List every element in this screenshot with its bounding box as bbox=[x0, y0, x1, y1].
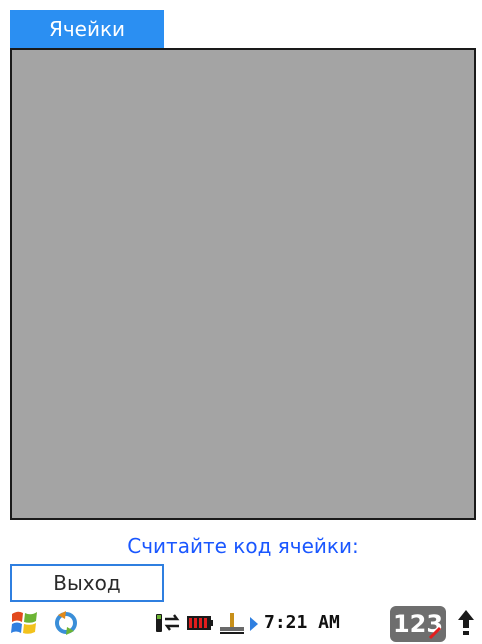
taskbar: 7:21 AM 123 bbox=[0, 602, 482, 644]
up-arrow-icon[interactable] bbox=[456, 608, 476, 638]
input-panel-icon[interactable]: 123 bbox=[390, 606, 446, 642]
scan-prompt: Считайте код ячейки: bbox=[127, 534, 359, 558]
sync-icon[interactable] bbox=[52, 609, 80, 637]
network-icon bbox=[218, 610, 246, 638]
battery-icon bbox=[186, 613, 214, 633]
start-icon[interactable] bbox=[10, 608, 40, 638]
exit-button[interactable]: Выход bbox=[10, 564, 164, 602]
arrow-icon bbox=[250, 616, 258, 631]
clock[interactable]: 7:21 AM bbox=[264, 610, 340, 636]
signal-icon bbox=[154, 610, 182, 636]
tab-cells[interactable]: Ячейки bbox=[10, 10, 164, 48]
cells-panel bbox=[10, 48, 476, 520]
